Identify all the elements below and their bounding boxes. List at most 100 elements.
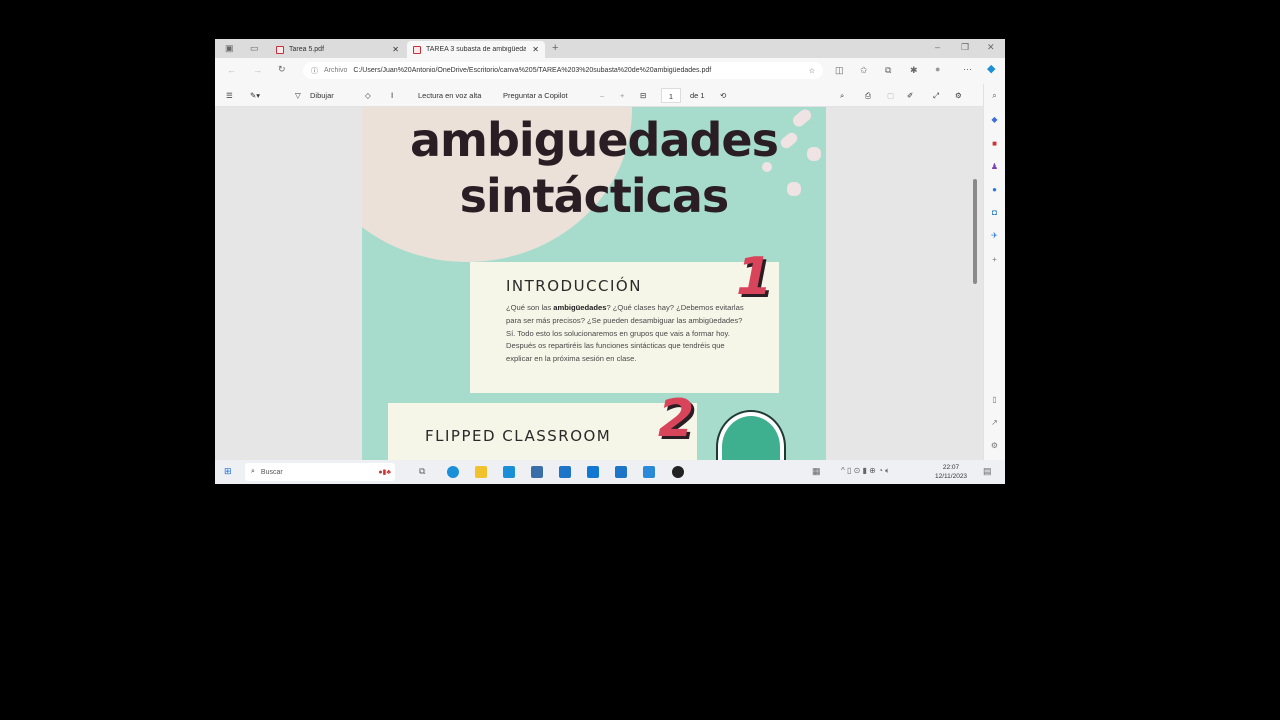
info-icon: ⓘ (311, 67, 318, 75)
task-view-icon[interactable]: ⧉ (419, 467, 425, 476)
extensions-icon[interactable]: ✱ (910, 66, 918, 75)
section-heading: FLIPPED CLASSROOM (425, 427, 612, 445)
save-as-icon[interactable]: ✐ (907, 91, 913, 100)
pdf-icon (276, 45, 284, 54)
url-text[interactable]: C:/Users/Juan%20Antonio/OneDrive/Escrito… (353, 67, 711, 74)
contents-icon[interactable]: ☰ (226, 91, 233, 100)
zoom-in-icon[interactable]: + (620, 91, 624, 100)
search-highlight-icon: ●▮♣ (378, 469, 391, 476)
favorites-icon[interactable]: ✩ (860, 66, 868, 75)
games-icon[interactable]: ♟ (989, 161, 1000, 172)
tools-icon[interactable]: ■ (989, 138, 1000, 149)
time: 22:07 (942, 464, 960, 471)
paint-icon[interactable] (643, 466, 655, 478)
page-total: de 1 (690, 91, 705, 100)
copilot-icon[interactable]: ◆ (987, 64, 995, 75)
system-tray-icons[interactable]: ^ ▯ ⊙ ▮ ⊕ ◔ 🔈︎ (841, 467, 890, 475)
print-icon[interactable]: ⎙ (865, 91, 871, 101)
section-flipped-card: FLIPPED CLASSROOM (388, 403, 697, 460)
clock[interactable]: 22:07 12/11/2023 (935, 463, 967, 481)
tab-bar: ▣ ▭ Tarea 5.pdf ✕ TAREA 3 subasta de amb… (215, 39, 1005, 58)
text-icon[interactable]: Ⅰ (391, 91, 393, 100)
search-icon[interactable]: ⌕ (989, 90, 1000, 101)
mail-icon[interactable] (503, 466, 515, 478)
zoom-out-icon[interactable]: – (600, 91, 604, 100)
rotate-icon[interactable]: ⟲ (720, 91, 726, 100)
microsoft365-icon[interactable]: ● (989, 184, 1000, 195)
tab-tarea3[interactable]: TAREA 3 subasta de ambigüedad ✕ (407, 41, 545, 58)
file-explorer-icon[interactable] (475, 466, 487, 478)
section-number: 1 (736, 247, 773, 307)
date: 12/11/2023 (935, 473, 968, 480)
forward-icon[interactable]: → (253, 66, 262, 75)
close-window-icon[interactable]: ✕ (987, 43, 995, 52)
shopping-icon[interactable]: ◆ (989, 114, 1000, 125)
page-number-input[interactable]: 1 (661, 88, 681, 103)
address-bar[interactable]: ⓘ Archivo C:/Users/Juan%20Antonio/OneDri… (303, 62, 823, 79)
notifications-icon[interactable]: ▤ (983, 467, 992, 476)
outlook-icon[interactable]: ◘ (989, 207, 1000, 218)
ask-copilot-button[interactable]: Preguntar a Copilot (503, 91, 568, 100)
vertical-scrollbar[interactable] (972, 177, 978, 460)
draw-button[interactable]: Dibujar (310, 91, 334, 100)
tab-label: Tarea 5.pdf (289, 46, 325, 53)
tab-actions-icon[interactable]: ▭ (250, 44, 259, 53)
add-icon[interactable]: + (989, 254, 1000, 265)
eraser-icon[interactable]: ◇ (365, 91, 371, 100)
backpack-illustration (718, 412, 784, 460)
restore-icon[interactable]: ❐ (961, 43, 969, 52)
tab-label: TAREA 3 subasta de ambigüedad (426, 46, 526, 53)
section-number: 2 (658, 389, 695, 449)
taskbar-search[interactable]: ⌕ Buscar ●▮♣ (245, 463, 395, 481)
search-icon[interactable]: ⌕ (840, 91, 844, 101)
close-tab-icon[interactable]: ✕ (532, 45, 539, 54)
pdf-toolbar: ☰ ✎▾ ▽ Dibujar ◇ Ⅰ Lectura en voz alta P… (215, 84, 983, 107)
title-line-1: ambiguedades (409, 113, 779, 167)
fit-page-icon[interactable]: ⊟ (640, 91, 646, 100)
pdf-page: ambiguedades sintácticas INTRODUCCIÓN ¿Q… (362, 107, 826, 460)
draw-icon[interactable]: ▽ (295, 91, 301, 100)
close-tab-icon[interactable]: ✕ (392, 45, 399, 54)
title-line-2: sintácticas (459, 169, 730, 223)
tab-tarea5[interactable]: Tarea 5.pdf ✕ (270, 41, 405, 58)
workspaces-icon[interactable]: ▣ (225, 44, 234, 53)
search-placeholder: Buscar (260, 468, 283, 476)
fullscreen-icon[interactable]: ⤢ (933, 91, 939, 101)
teams2-icon[interactable] (615, 466, 627, 478)
more-icon[interactable]: ⋯ (963, 65, 972, 74)
section-heading: INTRODUCCIÓN (506, 277, 642, 295)
new-tab-icon[interactable]: + (552, 43, 558, 54)
minimize-icon[interactable]: – (935, 43, 940, 52)
edge-sidebar: ⌕ ◆ ■ ♟ ● ◘ ✈ + ▯ ↗ ⚙ (983, 84, 1005, 460)
app-icon[interactable] (531, 466, 543, 478)
pdf-viewer: ambiguedades sintácticas INTRODUCCIÓN ¿Q… (215, 107, 983, 460)
section-intro-card: INTRODUCCIÓN ¿Qué son las ambigüedades? … (470, 262, 779, 393)
highlight-icon[interactable]: ✎▾ (250, 91, 260, 100)
browser-window: ▣ ▭ Tarea 5.pdf ✕ TAREA 3 subasta de amb… (215, 39, 1005, 484)
keyboard-icon[interactable]: ▦ (812, 467, 821, 476)
outlook-taskbar-icon[interactable] (587, 466, 599, 478)
scrollbar-thumb[interactable] (973, 179, 977, 284)
collections-icon[interactable]: ⧉ (885, 66, 891, 75)
split-screen-icon[interactable]: ◫ (835, 66, 844, 75)
open-external-icon[interactable]: ↗ (989, 417, 1000, 428)
address-bar-row: ← → ↻ ⓘ Archivo C:/Users/Juan%20Antonio/… (215, 58, 1005, 84)
taskbar: ⊞ ⌕ Buscar ●▮♣ ⧉ ▦ ^ ▯ ⊙ ▮ ⊕ ◔ 🔈︎ 22:07 … (215, 460, 1005, 484)
profile-avatar[interactable]: ● (935, 65, 940, 74)
drop-icon[interactable]: ✈ (989, 230, 1000, 241)
edge-taskbar-icon[interactable] (447, 466, 459, 478)
favorite-star-icon[interactable]: ☆ (809, 67, 815, 75)
pdf-icon (413, 45, 421, 54)
section-text: ¿Qué son las ambigüedades? ¿Qué clases h… (506, 303, 744, 364)
start-icon[interactable]: ⊞ (224, 467, 232, 476)
settings-icon[interactable]: ⚙ (955, 91, 962, 100)
sidebar-settings-icon[interactable]: ⚙ (989, 440, 1000, 451)
save-icon[interactable]: ▢ (887, 91, 894, 100)
sidebar-panel-icon[interactable]: ▯ (989, 394, 1000, 405)
back-icon[interactable]: ← (227, 66, 236, 75)
read-aloud-button[interactable]: Lectura en voz alta (418, 91, 481, 100)
recorder-icon[interactable] (672, 466, 684, 478)
scheme-label: Archivo (324, 67, 348, 74)
teams-icon[interactable] (559, 466, 571, 478)
refresh-icon[interactable]: ↻ (278, 65, 286, 74)
